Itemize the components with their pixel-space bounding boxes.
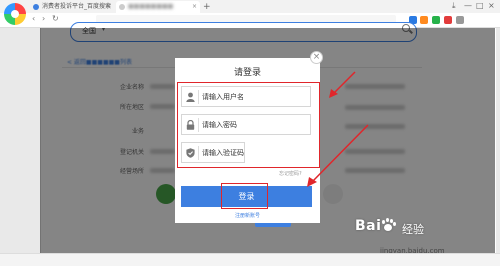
forward-icon[interactable]: › bbox=[42, 14, 45, 23]
menu-icon[interactable] bbox=[456, 16, 464, 24]
register-link[interactable]: 注册新账号 bbox=[175, 212, 320, 219]
watermark-text: 经验 bbox=[402, 223, 424, 236]
maximize-icon[interactable]: □ bbox=[476, 1, 484, 10]
close-icon[interactable]: × bbox=[310, 51, 323, 64]
extension-icon[interactable] bbox=[444, 16, 452, 24]
tab-close-icon[interactable]: × bbox=[192, 1, 197, 13]
minimize-to-tray-icon[interactable]: ⤓ bbox=[452, 1, 456, 11]
back-icon[interactable]: ‹ bbox=[32, 14, 35, 23]
extension-icon[interactable] bbox=[420, 16, 428, 24]
browser-tab[interactable]: 消费者投诉平台_百度搜索 × bbox=[30, 1, 114, 13]
refresh-icon[interactable]: ↻ bbox=[52, 14, 59, 23]
tab-title: 消费者投诉平台_百度搜索 bbox=[42, 3, 112, 10]
tab-favicon-icon bbox=[33, 4, 39, 10]
browser-logo-icon bbox=[4, 3, 26, 25]
annotation-box-login bbox=[221, 183, 268, 209]
tab-title: ■■■■■■■■ bbox=[128, 3, 174, 10]
watermark-logo: Bai bbox=[355, 218, 397, 234]
window-close-icon[interactable]: × bbox=[488, 1, 495, 10]
tab-favicon-icon bbox=[119, 4, 125, 10]
status-bar bbox=[0, 253, 500, 266]
extension-icon[interactable] bbox=[432, 16, 440, 24]
annotation-box-fields bbox=[177, 82, 320, 168]
login-title: 请登录 bbox=[233, 68, 261, 78]
tab-close-icon[interactable]: × bbox=[106, 1, 111, 13]
new-tab-button[interactable]: + bbox=[203, 2, 211, 12]
browser-tab-active[interactable]: ■■■■■■■■ × bbox=[116, 1, 200, 13]
minimize-icon[interactable]: — bbox=[464, 1, 472, 10]
forgot-password-link[interactable]: 忘记密码? bbox=[279, 170, 302, 177]
